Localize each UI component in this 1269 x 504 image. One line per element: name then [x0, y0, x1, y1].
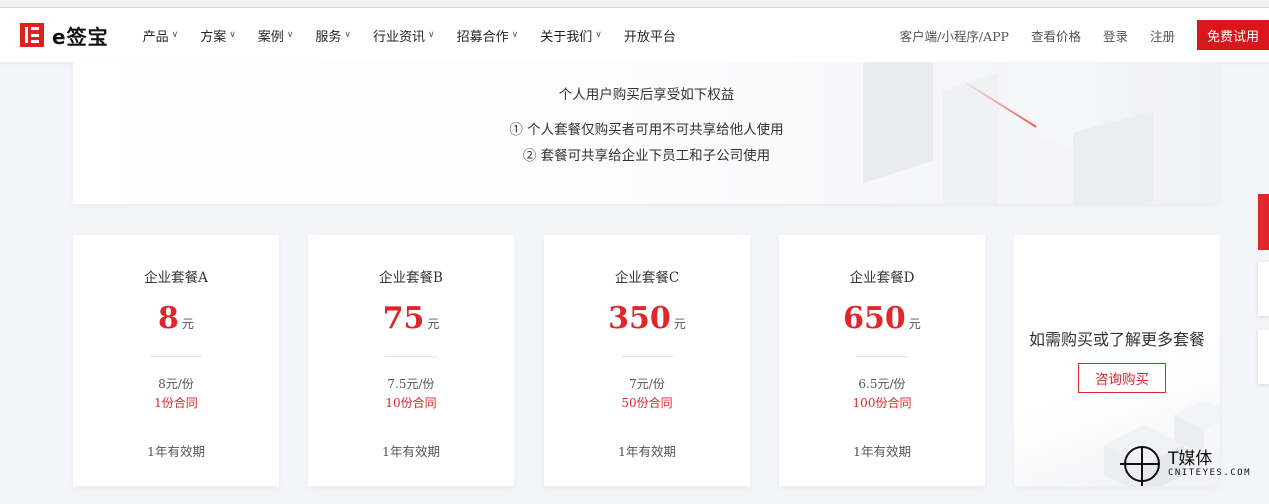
nav-item-label: 方案: [200, 29, 227, 45]
watermark-subtitle: CNITEYES.COM: [1168, 468, 1252, 478]
package-unit-price: 8元/份: [158, 377, 194, 391]
nav-item-label: 开放平台: [623, 29, 676, 45]
nav-item-service[interactable]: 服务 ∨: [315, 26, 351, 45]
floating-side-tab[interactable]: [1258, 330, 1269, 384]
nav-item-label: 关于我们: [540, 29, 593, 45]
logo-text: e签宝: [52, 24, 109, 49]
package-validity: 1年有效期: [853, 444, 911, 459]
package-price: 75 元: [308, 301, 514, 336]
nav-item-news[interactable]: 行业资讯 ∨: [373, 26, 435, 45]
package-validity: 1年有效期: [147, 444, 205, 459]
package-validity: 1年有效期: [618, 444, 676, 459]
nav-item-solution[interactable]: 方案 ∨: [200, 26, 236, 45]
benefit-item: ① 个人套餐仅购买者可用不可共享给他人使用: [509, 122, 784, 138]
nav-item-label: 招募合作: [456, 29, 509, 45]
main-nav: 产品 ∨ 方案 ∨ 案例 ∨ 服务 ∨ 行业资讯 ∨ 招募合作 ∨ 关于我们 ∨ 开放平台: [143, 26, 698, 45]
nav-item-label: 行业资讯: [373, 29, 426, 45]
logo-mark-icon: [20, 23, 44, 47]
floating-side-tab[interactable]: [1258, 262, 1269, 316]
free-trial-button[interactable]: 免费试用: [1197, 20, 1269, 50]
register-link[interactable]: 注册: [1150, 26, 1175, 45]
price-unit: 元: [908, 317, 921, 331]
package-card-c[interactable]: 企业套餐C 350 元 7元/份 50份合同 1年有效期: [544, 235, 750, 486]
package-price: 8元: [73, 301, 279, 336]
price-unit: 元: [181, 317, 194, 331]
package-contract-count: 10份合同: [385, 396, 437, 410]
chevron-down-icon: ∨: [229, 30, 236, 40]
floating-contact-tab[interactable]: [1258, 194, 1269, 250]
price-number: 8: [158, 301, 179, 336]
site-logo[interactable]: e签宝: [20, 21, 109, 50]
benefits-title: 个人用户购买后享受如下权益: [558, 87, 735, 103]
divider: [621, 356, 673, 357]
client-apps-link[interactable]: 客户端/小程序/APP: [900, 26, 1009, 45]
divider: [385, 356, 437, 357]
consult-purchase-button[interactable]: 咨询购买: [1078, 363, 1166, 393]
login-link[interactable]: 登录: [1103, 26, 1128, 45]
package-validity: 1年有效期: [382, 444, 440, 459]
divider: [856, 356, 908, 357]
nav-item-product[interactable]: 产品 ∨: [143, 26, 179, 45]
browser-bookmarks-bar: [0, 0, 1269, 8]
chevron-down-icon: ∨: [344, 30, 352, 40]
chevron-down-icon: ∨: [171, 30, 179, 40]
divider: [150, 356, 202, 357]
package-contract-count: 100份合同: [852, 396, 912, 410]
package-name: 企业套餐D: [849, 270, 915, 286]
benefits-card: 个人用户购买后享受如下权益 ① 个人套餐仅购买者可用不可共享给他人使用 ② 套餐…: [73, 62, 1220, 204]
package-unit-price: 6.5元/份: [858, 377, 906, 391]
nav-item-partners[interactable]: 招募合作 ∨: [457, 26, 519, 45]
package-contract-count: 1份合同: [154, 396, 198, 410]
nav-item-open-platform[interactable]: 开放平台: [624, 26, 676, 45]
site-header: e签宝 产品 ∨ 方案 ∨ 案例 ∨ 服务 ∨ 行业资讯 ∨ 招募合作 ∨ 关于我们 ∨ 开放…: [0, 8, 1269, 62]
package-name: 企业套餐B: [379, 270, 443, 286]
package-contract-count: 50份合同: [621, 396, 673, 410]
price-number: 350: [608, 301, 671, 336]
package-card-d[interactable]: 企业套餐D 650 元 6.5元/份 100份合同 1年有效期: [779, 235, 985, 486]
price-unit: 元: [427, 317, 440, 331]
header-right-links: 客户端/小程序/APP 查看价格 登录 注册 免费试用: [878, 20, 1269, 50]
nav-item-label: 案例: [257, 29, 284, 45]
price-unit: 元: [673, 317, 686, 331]
chevron-down-icon: ∨: [595, 30, 602, 40]
benefit-item: ② 套餐可共享给企业下员工和子公司使用: [522, 148, 771, 164]
nav-item-cases[interactable]: 案例 ∨: [258, 26, 294, 45]
watermark-title: T媒体: [1168, 449, 1213, 469]
watermark-logo-icon: [1120, 446, 1160, 486]
package-name: 企业套餐A: [144, 270, 208, 286]
chevron-down-icon: ∨: [286, 30, 294, 40]
watermark: T媒体 CNITEYES.COM: [1118, 440, 1251, 488]
more-packages-text: 如需购买或了解更多套餐: [1028, 330, 1205, 349]
nav-item-about[interactable]: 关于我们 ∨: [540, 26, 602, 45]
package-unit-price: 7.5元/份: [387, 377, 435, 391]
nav-item-label: 产品: [142, 29, 169, 45]
chevron-down-icon: ∨: [511, 30, 519, 40]
chevron-down-icon: ∨: [428, 30, 435, 40]
package-card-b[interactable]: 企业套餐B 75 元 7.5元/份 10份合同 1年有效期: [308, 235, 514, 486]
pricing-link[interactable]: 查看价格: [1031, 26, 1081, 45]
package-name: 企业套餐C: [614, 270, 680, 286]
package-unit-price: 7元/份: [629, 377, 665, 391]
price-number: 650: [843, 301, 906, 336]
package-price: 350 元: [544, 301, 750, 336]
nav-item-label: 服务: [315, 29, 342, 45]
package-card-a[interactable]: 企业套餐A 8元 8元/份 1份合同 1年有效期: [73, 235, 279, 486]
price-number: 75: [382, 301, 425, 336]
watermark-text: T媒体 CNITEYES.COM: [1162, 450, 1251, 478]
package-price: 650 元: [779, 301, 985, 336]
